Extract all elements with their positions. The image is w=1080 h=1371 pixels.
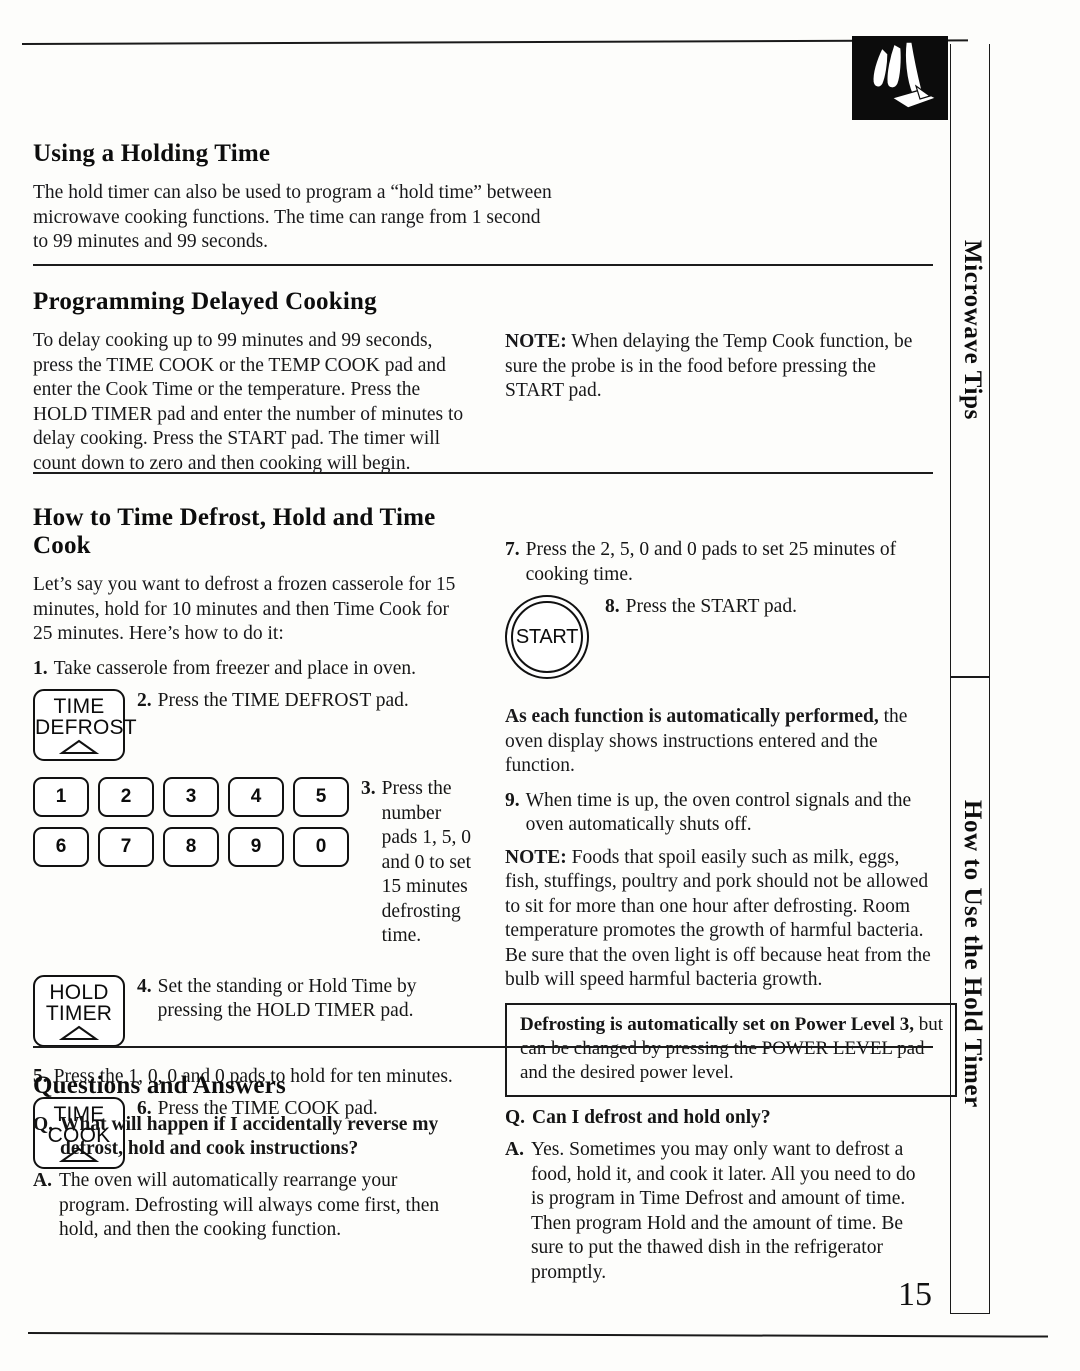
- triangle-icon: [59, 1025, 99, 1040]
- key-5[interactable]: 5: [293, 777, 349, 817]
- step-8-number: 8.: [605, 596, 620, 617]
- step-9-text: When time is up, the oven control signal…: [525, 789, 912, 836]
- step-7-number: 7.: [505, 539, 520, 560]
- tab-label-how-to-use-hold-timer: How to Use the Hold Timer: [959, 800, 986, 1108]
- defrost-note-body: Foods that spoil easily such as milk, eg…: [505, 846, 931, 991]
- step-4: 4. Set the standing or Hold Time by pres…: [137, 975, 473, 1024]
- number-keypad[interactable]: 1 2 3 4 5 6 7 8 9 0: [33, 777, 349, 867]
- step-2-block: TIME DEFROST 2. Press the TIME DEFROST p…: [33, 689, 473, 765]
- key-1[interactable]: 1: [33, 777, 89, 817]
- tab-label-microwave-tips: Microwave Tips: [959, 240, 986, 420]
- key-4[interactable]: 4: [228, 777, 284, 817]
- bottom-rule: [27, 1332, 1048, 1338]
- step-8-block: START 8. Press the START pad.: [505, 595, 933, 683]
- hand-pressing-pad-icon: [852, 36, 948, 120]
- how-to-intro: Let’s say you want to defrost a frozen c…: [33, 574, 456, 644]
- qa-question-1: Q. What will happen if I accidentally re…: [33, 1113, 473, 1161]
- section-questions-and-answers: Questions and Answers Q. What will happe…: [33, 1072, 473, 1251]
- auto-performed-paragraph: As each function is automatically perfor…: [505, 705, 933, 779]
- auto-performed-label: As each function is automatically perfor…: [505, 706, 879, 727]
- qa-question-2: Q. Can I defrost and hold only?: [505, 1106, 933, 1130]
- qa-question-1-mark: Q.: [33, 1114, 54, 1135]
- pad-start-label: START: [511, 601, 583, 673]
- heading-using-a-holding-time: Using a Holding Time: [33, 140, 271, 167]
- pad-time-defrost[interactable]: TIME DEFROST: [33, 689, 137, 761]
- key-2[interactable]: 2: [98, 777, 154, 817]
- pad-start[interactable]: START: [505, 595, 589, 679]
- step-1-text: Take casserole from freezer and place in…: [53, 657, 417, 679]
- qa-answer-1: A. The oven will automatically rearrange…: [33, 1169, 473, 1243]
- key-3[interactable]: 3: [163, 777, 219, 817]
- step-2-text: Press the TIME DEFROST pad.: [157, 690, 409, 711]
- qa-right-column: Q. Can I defrost and hold only? A. Yes. …: [505, 1106, 933, 1293]
- step-7-text: Press the 2, 5, 0 and 0 pads to set 25 m…: [525, 539, 897, 585]
- pad-hold-timer[interactable]: HOLD TIMER: [33, 974, 125, 1047]
- step-2: 2. Press the TIME DEFROST pad.: [137, 689, 473, 714]
- step-2-number: 2.: [137, 690, 152, 711]
- pad-time-defrost-line2: DEFROST: [35, 716, 137, 739]
- power-level-callout-bold: Defrosting is automatically set on Power…: [520, 1013, 915, 1035]
- qa-question-2-text: Can I defrost and hold only?: [532, 1107, 771, 1128]
- qa-answer-1-mark: A.: [33, 1170, 52, 1191]
- qa-answer-1-text: The oven will automatically rearrange yo…: [58, 1170, 440, 1240]
- how-to-right-column: 7. Press the 2, 5, 0 and 0 pads to set 2…: [505, 538, 957, 1097]
- qa-question-1-text: What will happen if I accidentally rever…: [60, 1114, 439, 1159]
- top-rule: [21, 39, 968, 45]
- step-4-block: HOLD TIMER 4. Set the standing or Hold T…: [33, 974, 473, 1051]
- key-7[interactable]: 7: [98, 827, 154, 867]
- note-label: NOTE:: [505, 331, 567, 352]
- step-9: 9. When time is up, the oven control sig…: [505, 789, 933, 838]
- pad-time-defrost-line1: TIME: [53, 695, 105, 718]
- heading-how-to-time-defrost: How to Time Defrost, Hold and Time Cook: [33, 504, 436, 559]
- pad-hold-timer-line2: TIMER: [45, 1001, 113, 1025]
- step-3-text: Press the number pads 1, 5, 0 and 0 to s…: [381, 778, 471, 946]
- step-3-number: 3.: [361, 778, 376, 799]
- key-9[interactable]: 9: [228, 827, 284, 867]
- power-level-callout: Defrosting is automatically set on Power…: [505, 1002, 957, 1097]
- qa-answer-2-text: Yes. Sometimes you may only want to defr…: [530, 1139, 916, 1283]
- section-divider-2: [33, 472, 933, 474]
- defrost-note-label: NOTE:: [505, 846, 567, 868]
- key-8[interactable]: 8: [163, 827, 219, 867]
- defrost-note-paragraph: NOTE: Foods that spoil easily such as mi…: [505, 846, 933, 993]
- step-8-text: Press the START pad.: [625, 596, 797, 617]
- heading-programming-delayed-cooking: Programming Delayed Cooking: [33, 288, 377, 315]
- number-keypad-row-1: 1 2 3 4 5: [33, 777, 349, 817]
- step-3-block: 1 2 3 4 5 6 7 8 9 0 3. Press the number …: [33, 777, 473, 957]
- pad-hold-timer-line1: HOLD: [49, 980, 109, 1004]
- qa-question-2-mark: Q.: [505, 1107, 526, 1128]
- note-body: When delaying the Temp Cook function, be…: [505, 331, 913, 401]
- heading-questions-and-answers: Questions and Answers: [33, 1072, 286, 1099]
- number-keypad-row-2: 6 7 8 9 0: [33, 827, 349, 867]
- triangle-icon: [59, 739, 99, 754]
- section-divider-1: [33, 264, 933, 266]
- manual-page: Microwave Tips How to Use the Hold Timer…: [0, 0, 1080, 1371]
- step-3: 3. Press the number pads 1, 5, 0 and 0 t…: [361, 777, 473, 949]
- section-divider-3: [33, 1046, 933, 1048]
- side-tab-strip: [950, 44, 990, 1314]
- step-9-number: 9.: [505, 789, 520, 811]
- step-1-number: 1.: [33, 657, 48, 679]
- step-8: 8. Press the START pad.: [605, 595, 933, 620]
- delayed-cooking-body: To delay cooking up to 99 minutes and 99…: [33, 330, 464, 474]
- delayed-cooking-note: NOTE: When delaying the Temp Cook functi…: [505, 330, 933, 414]
- holding-time-body: The hold timer can also be used to progr…: [33, 182, 552, 252]
- key-0[interactable]: 0: [293, 827, 349, 867]
- side-tab-divider: [950, 676, 990, 678]
- section-using-a-holding-time: Using a Holding Time The hold timer can …: [33, 140, 552, 265]
- section-programming-delayed-cooking: Programming Delayed Cooking To delay coo…: [33, 288, 473, 486]
- step-1: 1. Take casserole from freezer and place…: [33, 657, 473, 682]
- step-7: 7. Press the 2, 5, 0 and 0 pads to set 2…: [505, 538, 933, 587]
- step-4-number: 4.: [137, 975, 152, 997]
- step-4-text: Set the standing or Hold Time by pressin…: [157, 975, 417, 1022]
- page-number: 15: [898, 1276, 932, 1313]
- qa-answer-2-mark: A.: [505, 1139, 524, 1160]
- key-6[interactable]: 6: [33, 827, 89, 867]
- qa-answer-2: A. Yes. Sometimes you may only want to d…: [505, 1138, 933, 1285]
